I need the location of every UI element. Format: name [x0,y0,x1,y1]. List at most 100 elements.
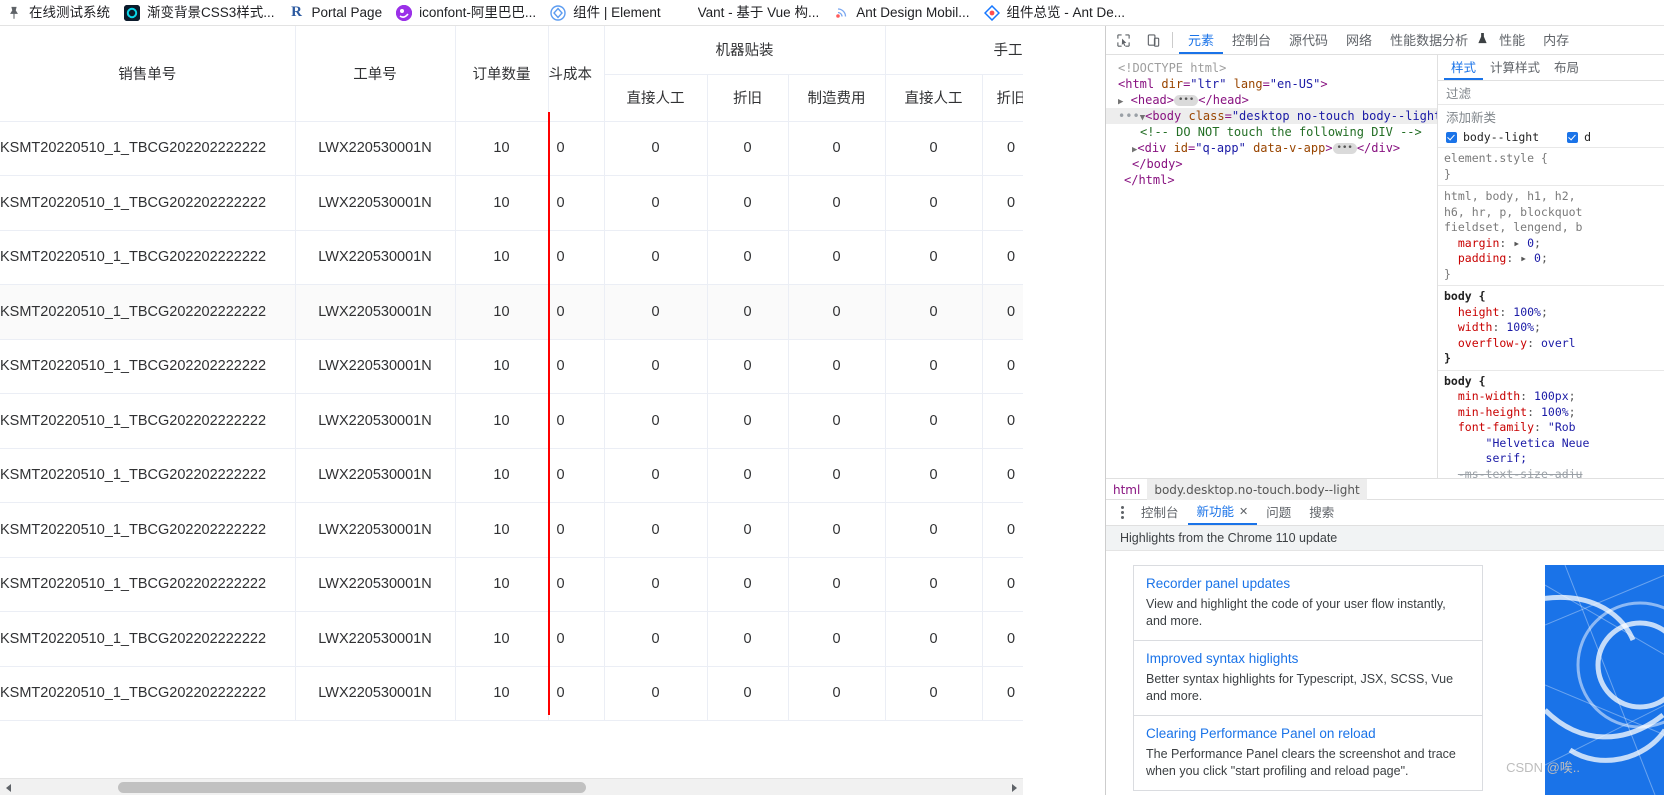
r-letter-icon: R [291,4,302,20]
table-row[interactable]: KSMT20220510_1_TBCG202202222222 LWX220530… [0,284,1023,340]
machine-depreciation-cell: 0 [707,230,789,285]
whats-new-card-desc: View and highlight the code of your user… [1146,597,1446,628]
dom-tree-pane[interactable]: <!DOCTYPE html> <html dir="ltr" lang="en… [1106,55,1437,478]
devtools-tab-memory[interactable]: 内存 [1534,26,1578,54]
whats-new-card-title[interactable]: Recorder panel updates [1146,574,1470,593]
drawer-tab-bar: 控制台 新功能 ✕ 问题 搜索 [1106,500,1664,526]
devtools-tab-sources[interactable]: 源代码 [1280,26,1337,54]
table-row[interactable]: KSMT20220510_1_TBCG202202222222 LWX220530… [0,557,1023,612]
hand-depreciation-cell: 0 [982,502,1023,558]
collapsed-content-icon[interactable]: ••• [1174,95,1199,106]
th-material-cost[interactable]: 斗成本 [548,26,605,122]
table-row[interactable]: KSMT20220510_1_TBCG202202222222 LWX220530… [0,339,1023,394]
styles-tab-layout[interactable]: 布局 [1547,55,1586,80]
browser-tab-3[interactable]: iconfont-阿里巴巴... [390,0,544,25]
table-row[interactable]: KSMT20220510_1_TBCG202202222222 LWX220530… [0,175,1023,231]
table-row[interactable]: KSMT20220510_1_TBCG202202222222 LWX220530… [0,611,1023,667]
whats-new-card[interactable]: Improved syntax higlights Better syntax … [1133,641,1483,716]
whats-new-body[interactable]: Recorder panel updates View and highligh… [1106,551,1664,795]
devtools-split: <!DOCTYPE html> <html dir="ltr" lang="en… [1106,55,1664,478]
devtools-tab-network[interactable]: 网络 [1337,26,1381,54]
css-rule-body-1[interactable]: body { height: 100%; width: 100%; overfl… [1438,285,1664,370]
device-toolbar-icon[interactable] [1140,27,1166,53]
horizontal-scroll-thumb[interactable] [118,782,586,793]
css-rule-element-style[interactable]: element.style { } [1438,147,1664,185]
table-body: KSMT20220510_1_TBCG202202222222 LWX220530… [0,121,1023,721]
whats-new-card-title[interactable]: Clearing Performance Panel on reload [1146,724,1470,743]
circle-o-icon [124,4,140,21]
machine-direct-labor-cell: 0 [604,666,708,721]
collapsed-content-icon[interactable]: ••• [1332,143,1357,154]
browser-tab-7[interactable]: 组件总览 - Ant De... [978,0,1134,25]
th-machine-depreciation[interactable]: 折旧 [707,74,789,122]
checkbox-icon[interactable] [1567,131,1579,143]
scroll-left-arrow-icon[interactable] [0,779,17,795]
data-table-container[interactable]: 销售单号 工单号 订单数量 斗成本 机器贴装 手工焊接 直接人工 折旧 制造费用… [0,26,1023,734]
table-row[interactable]: KSMT20220510_1_TBCG202202222222 LWX220530… [0,502,1023,558]
whats-new-card-title[interactable]: Improved syntax higlights [1146,649,1470,668]
order-qty-cell: 10 [455,230,549,285]
drawer-tab-console[interactable]: 控制台 [1132,500,1188,525]
devtools-tab-elements[interactable]: 元素 [1179,26,1224,54]
add-new-class-input[interactable]: 添加新类 [1438,105,1664,127]
browser-tab-6[interactable]: Ant Design Mobil... [827,0,977,25]
th-order-qty[interactable]: 订单数量 [455,26,549,122]
th-group-hand-solder[interactable]: 手工焊接 [885,26,1023,75]
drawer-tab-search[interactable]: 搜索 [1300,500,1343,525]
breadcrumb-item-body[interactable]: body.desktop.no-touch.body--light [1147,478,1367,500]
dom-line-div-qapp[interactable]: ▶<div id="q-app" data-v-app> ••• </div> [1106,140,1437,156]
table-horizontal-scrollbar[interactable] [0,778,1023,795]
sales-order-cell: KSMT20220510_1_TBCG202202222222 [0,175,296,231]
drawer-tab-issues[interactable]: 问题 [1257,500,1300,525]
browser-tab-label: Vant - 基于 Vue 构... [697,4,820,20]
hand-depreciation-cell: 0 [982,175,1023,231]
styles-tab-computed[interactable]: 计算样式 [1483,55,1547,80]
column-resize-guideline[interactable] [548,112,550,715]
css-rule-reset[interactable]: html, body, h1, h2, h6, hr, p, blockquot… [1438,185,1664,285]
scroll-right-arrow-icon[interactable] [1006,779,1023,795]
whats-new-card[interactable]: Recorder panel updates View and highligh… [1133,565,1483,641]
th-sales-order[interactable]: 销售单号 [0,26,296,122]
browser-tab-5[interactable]: Vant - 基于 Vue 构... [669,0,828,25]
th-hand-depreciation[interactable]: 折旧 [982,74,1023,122]
material-cost-cell: 0 [548,502,605,558]
browser-tab-4[interactable]: 组件 | Element [544,0,669,25]
table-row[interactable]: KSMT20220510_1_TBCG202202222222 LWX220530… [0,230,1023,285]
th-hand-direct-labor[interactable]: 直接人工 [885,74,983,122]
devtools-tab-performance[interactable]: 性能 [1490,26,1534,54]
th-machine-direct-labor[interactable]: 直接人工 [604,74,708,122]
hand-depreciation-cell: 0 [982,339,1023,394]
table-row[interactable]: KSMT20220510_1_TBCG202202222222 LWX220530… [0,121,1023,176]
drawer-tab-whats-new[interactable]: 新功能 ✕ [1187,499,1258,525]
browser-tab-0[interactable]: 在线测试系统 [0,0,118,25]
table-row[interactable]: KSMT20220510_1_TBCG202202222222 LWX220530… [0,448,1023,503]
th-work-order[interactable]: 工单号 [295,26,456,122]
table-row[interactable]: KSMT20220510_1_TBCG202202222222 LWX220530… [0,666,1023,721]
th-group-machine-mount[interactable]: 机器贴装 [604,26,886,75]
whats-new-card[interactable]: Clearing Performance Panel on reload The… [1133,716,1483,791]
breadcrumb-item-html[interactable]: html [1106,479,1147,500]
styles-pane[interactable]: 样式 计算样式 布局 过滤 添加新类 body--light d element… [1437,55,1664,478]
th-machine-mfg-cost[interactable]: 制造费用 [788,74,886,122]
dom-line-body[interactable]: •••▼<body class="desktop no-touch body--… [1106,108,1437,124]
devtools-toolbar: 元素 控制台 源代码 网络 性能数据分析 性能 内存 [1106,26,1664,55]
browser-tab-strip: 在线测试系统 渐变背景CSS3样式... R Portal Page iconf… [0,0,1664,26]
styles-tab-styles[interactable]: 样式 [1444,55,1484,80]
browser-tab-1[interactable]: 渐变背景CSS3样式... [118,0,283,25]
checkbox-icon[interactable] [1446,131,1457,143]
css-rule-body-2[interactable]: body { min-width: 100px; min-height: 100… [1438,369,1664,478]
devtools-tab-console[interactable]: 控制台 [1223,26,1280,54]
inspect-element-icon[interactable] [1110,27,1136,53]
close-icon[interactable]: ✕ [1239,499,1248,525]
browser-tab-label: iconfont-阿里巴巴... [419,4,537,20]
browser-tab-2[interactable]: R Portal Page [283,0,391,25]
table-row[interactable]: KSMT20220510_1_TBCG202202222222 LWX220530… [0,393,1023,449]
dom-line-head[interactable]: ▶ <head> ••• </head> [1106,92,1437,108]
sales-order-cell: KSMT20220510_1_TBCG202202222222 [0,448,296,503]
devtools-tab-performance-insights[interactable]: 性能数据分析 [1381,26,1477,54]
styles-filter-input[interactable]: 过滤 [1438,81,1664,105]
dom-line-html[interactable]: <html dir="ltr" lang="en-US"> [1106,76,1437,92]
machine-depreciation-cell: 0 [707,666,789,721]
expand-triangle-icon[interactable]: ▶ [1118,97,1123,107]
more-options-kebab-icon[interactable] [1112,506,1132,519]
